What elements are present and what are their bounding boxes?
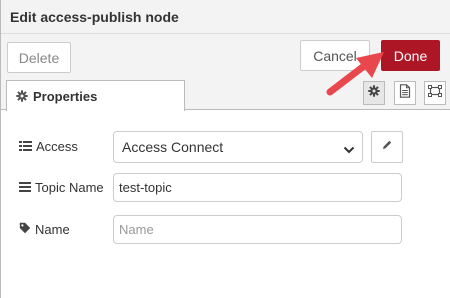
- appearance-icon: [428, 84, 442, 102]
- tray-title: Edit access-publish node: [10, 9, 179, 25]
- delete-button[interactable]: Delete: [7, 42, 71, 73]
- name-label-row: Name: [19, 222, 70, 237]
- appearance-tool-button[interactable]: [424, 81, 446, 105]
- access-label: Access: [36, 139, 78, 154]
- tag-icon: [19, 222, 35, 237]
- description-icon: [399, 83, 411, 103]
- bars-icon: [19, 180, 35, 195]
- pencil-icon: [381, 138, 393, 156]
- access-label-row: Access: [19, 139, 78, 154]
- topic-label: Topic Name: [35, 180, 104, 195]
- access-select[interactable]: Access Connect: [113, 131, 363, 163]
- tray-header: Edit access-publish node: [1, 0, 450, 34]
- name-label: Name: [35, 222, 70, 237]
- topic-label-row: Topic Name: [19, 180, 104, 195]
- list-icon: [19, 139, 36, 154]
- name-input[interactable]: [113, 215, 402, 244]
- chevron-down-icon: [343, 142, 355, 158]
- annotation-arrow-icon: [326, 52, 384, 96]
- edit-access-config-button[interactable]: [371, 131, 403, 163]
- topic-name-input[interactable]: [113, 173, 402, 202]
- tab-properties[interactable]: Properties: [6, 80, 185, 111]
- access-select-value: Access Connect: [122, 139, 224, 155]
- tab-properties-label: Properties: [33, 88, 98, 104]
- description-tool-button[interactable]: [394, 81, 416, 105]
- gear-icon: [16, 90, 28, 102]
